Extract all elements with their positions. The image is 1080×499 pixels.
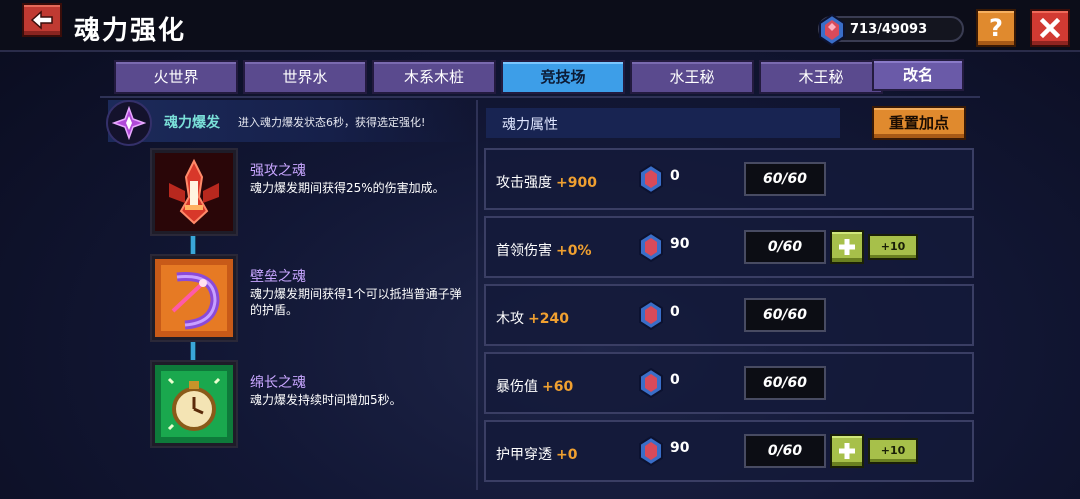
add-ten-points-button[interactable]: +10: [868, 438, 918, 464]
attribute-label: 攻击强度 +900: [496, 172, 597, 192]
attribute-cost: 0: [670, 372, 680, 388]
soul-gem-icon: [819, 14, 845, 46]
soul-burst-icon: [106, 100, 152, 146]
attribute-name: 攻击强度: [496, 175, 552, 191]
top-bar: 魂力强化 713/49093 ?: [0, 0, 1080, 52]
attributes-header: 魂力属性: [486, 108, 840, 138]
soul-currency-counter: 713/49093: [818, 14, 964, 46]
attribute-level: 0/60: [744, 230, 826, 264]
soul-option-barrier[interactable]: 壁垒之魂 魂力爆发期间获得1个可以抵挡普通子弹的护盾。: [152, 256, 482, 340]
tab-arena[interactable]: 竞技场: [501, 60, 625, 94]
attribute-level: 0/60: [744, 434, 826, 468]
soul-burst-title: 魂力爆发: [164, 115, 220, 131]
soul-name: 绵长之魂: [250, 375, 306, 391]
attribute-level: 60/60: [744, 366, 826, 400]
currency-value: 713/49093: [850, 22, 928, 37]
soul-description: 魂力爆发持续时间增加5秒。: [250, 393, 402, 407]
soul-gem-icon: [639, 164, 663, 194]
soul-power-screen: 魂力强化 713/49093 ? 火世界 世界水 木系木桩 竞技场 水王秘 木王…: [0, 0, 1080, 499]
attribute-cost: 90: [670, 440, 690, 456]
tab-world-water[interactable]: 世界水: [243, 60, 367, 94]
orange-shield-soul-icon: [152, 256, 236, 340]
tab-wood-dummy[interactable]: 木系木桩: [372, 60, 496, 94]
attribute-bonus: +0: [556, 447, 578, 463]
soul-option-attack[interactable]: 强攻之魂 魂力爆发期间获得25%的伤害加成。: [152, 150, 482, 234]
plus-icon: [839, 443, 855, 459]
soul-option-duration[interactable]: 绵长之魂 魂力爆发持续时间增加5秒。: [152, 362, 482, 446]
attribute-cost: 0: [670, 304, 680, 320]
soul-name: 壁垒之魂: [250, 269, 306, 285]
attribute-label: 首领伤害 +0%: [496, 240, 592, 260]
tab-fire-world[interactable]: 火世界: [114, 60, 238, 94]
add-ten-points-button[interactable]: +10: [868, 234, 918, 260]
red-sword-soul-icon: [152, 150, 236, 234]
attribute-bonus: +60: [542, 379, 574, 395]
attribute-name: 木攻: [496, 311, 524, 327]
add-point-button[interactable]: [830, 230, 864, 264]
tab-divider: [100, 96, 980, 98]
soul-name: 强攻之魂: [250, 163, 306, 179]
attribute-row-crit-damage: 暴伤值 +60 0 60/60: [484, 352, 974, 414]
attribute-level: 60/60: [744, 298, 826, 332]
soul-gem-icon: [639, 232, 663, 262]
page-title: 魂力强化: [74, 16, 187, 46]
soul-description: 魂力爆发期间获得25%的伤害加成。: [250, 181, 445, 195]
close-button[interactable]: [1030, 9, 1070, 47]
soul-description: 魂力爆发期间获得1个可以抵挡普通子弹的护盾。: [250, 287, 462, 317]
soul-gem-icon: [639, 300, 663, 330]
attribute-name: 护甲穿透: [496, 447, 552, 463]
plus-icon: [839, 239, 855, 255]
attribute-label: 护甲穿透 +0: [496, 444, 577, 464]
attribute-label: 暴伤值 +60: [496, 376, 573, 396]
tab-wood-king[interactable]: 木王秘: [759, 60, 883, 94]
rename-button[interactable]: 改名: [872, 59, 964, 91]
attribute-cost: 90: [670, 236, 690, 252]
soul-gem-icon: [639, 368, 663, 398]
add-point-button[interactable]: [830, 434, 864, 468]
attribute-level: 60/60: [744, 162, 826, 196]
soul-burst-header: 魂力爆发 进入魂力爆发状态6秒，获得选定强化!: [106, 100, 472, 146]
soul-gem-icon: [639, 436, 663, 466]
attribute-row-wood-attack: 木攻 +240 0 60/60: [484, 284, 974, 346]
attribute-bonus: +0%: [556, 243, 592, 259]
back-button[interactable]: [22, 3, 62, 37]
attribute-row-boss-damage: 首领伤害 +0% 90 0/60 +10: [484, 216, 974, 278]
back-arrow-icon: [30, 10, 53, 30]
attributes-title: 魂力属性: [502, 117, 558, 133]
attribute-name: 首领伤害: [496, 243, 552, 259]
attribute-cost: 0: [670, 168, 680, 184]
green-clock-soul-icon: [152, 362, 236, 446]
attribute-bonus: +240: [528, 311, 569, 327]
attribute-bonus: +900: [556, 175, 597, 191]
purple-crystal-icon: [112, 106, 146, 140]
close-icon: [1039, 17, 1061, 39]
reset-points-button[interactable]: 重置加点: [872, 106, 966, 140]
attribute-row-armor-pierce: 护甲穿透 +0 90 0/60 +10: [484, 420, 974, 482]
attribute-row-attack: 攻击强度 +900 0 60/60: [484, 148, 974, 210]
soul-connector: [190, 236, 196, 258]
stage-tabs: 火世界 世界水 木系木桩 竞技场 水王秘 木王秘: [114, 60, 888, 96]
help-button[interactable]: ?: [976, 9, 1016, 47]
tab-water-king[interactable]: 水王秘: [630, 60, 754, 94]
soul-burst-description: 进入魂力爆发状态6秒，获得选定强化!: [238, 116, 426, 129]
soul-connector: [190, 342, 196, 364]
attribute-name: 暴伤值: [496, 379, 538, 395]
attribute-label: 木攻 +240: [496, 308, 569, 328]
